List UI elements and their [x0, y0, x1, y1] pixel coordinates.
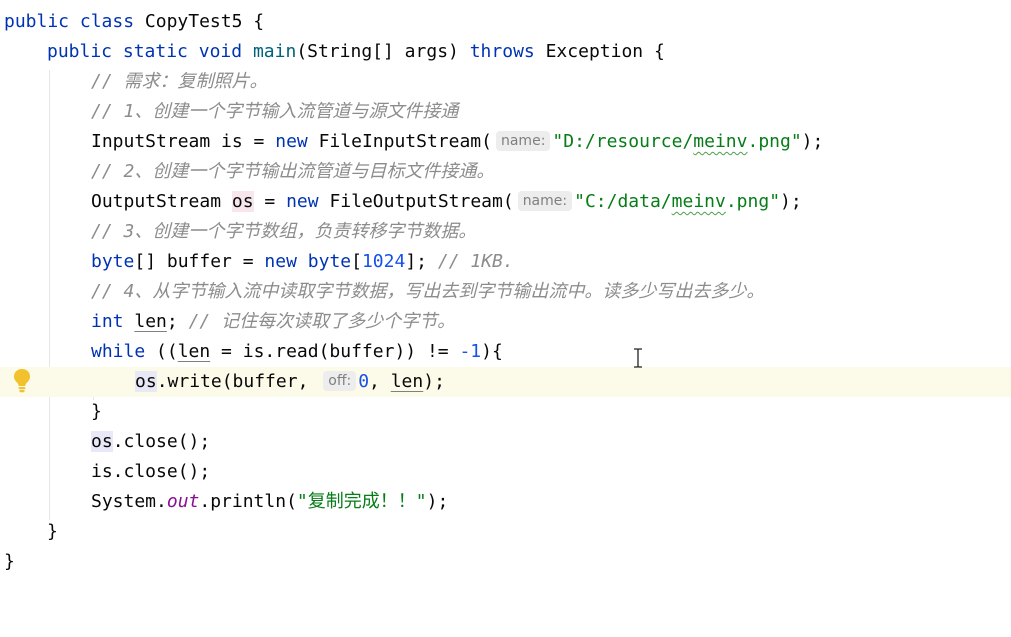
string-literal: "D:/resource/meinv.png" [552, 131, 802, 152]
keyword-void: void [198, 41, 243, 62]
brace: } [4, 551, 15, 572]
comment: // 1KB. [437, 251, 514, 272]
assign: = [253, 191, 287, 212]
code-line-11[interactable]: int len; // 记住每次读取了多少个字节。 [0, 307, 1011, 337]
comment: // 4、从字节输入流中读取字节数据，写出去到字节输出流中。读多少写出去多少。 [91, 281, 765, 302]
code-line-4[interactable]: // 1、创建一个字节输入流管道与源文件接通 [0, 97, 1011, 127]
keyword-while: while [91, 341, 146, 362]
text-cursor-icon [630, 347, 646, 369]
parameter-hint: off: [323, 371, 357, 391]
semicolon: ; [166, 311, 178, 332]
paren-open: (( [145, 341, 178, 362]
method-call: .write(buffer, [156, 371, 320, 392]
variable-len: len [390, 371, 424, 392]
brace: } [47, 521, 58, 542]
code-line-18[interactable]: } [0, 517, 1011, 547]
parameter-hint: name: [495, 131, 551, 151]
class-name: CopyTest5 [144, 11, 243, 32]
code-line-14[interactable]: } [0, 397, 1011, 427]
exception-type: Exception { [545, 41, 665, 62]
keyword-new: new [264, 251, 297, 272]
number-literal: 1024 [361, 251, 406, 272]
static-field: out [166, 491, 200, 512]
code-editor[interactable]: public class CopyTest5 { public static v… [0, 0, 1011, 572]
constructor: FileInputStream( [318, 131, 492, 152]
code-line-5[interactable]: InputStream is = new FileInputStream(nam… [0, 127, 1011, 157]
number-literal: 0 [358, 371, 370, 392]
string-literal: "C:/data/meinv.png" [574, 191, 781, 212]
code-line-15[interactable]: os.close(); [0, 427, 1011, 457]
code-line-17[interactable]: System.out.println("复制完成！！"); [0, 487, 1011, 517]
parameter-hint: name: [517, 191, 573, 211]
method-call: .println( [199, 491, 297, 512]
statement-end: ); [780, 191, 802, 212]
variable-len: len [177, 341, 211, 362]
method-call: .close(); [112, 431, 211, 452]
keyword-byte: byte [91, 251, 135, 272]
variable-len: len [134, 311, 167, 332]
code-line-6[interactable]: // 2、创建一个字节输出流管道与目标文件接通。 [0, 157, 1011, 187]
code-line-1[interactable]: public class CopyTest5 { [0, 7, 1011, 37]
bracket-open: [ [351, 251, 362, 272]
keyword-class: class [79, 11, 135, 32]
brace: } [91, 401, 102, 422]
keyword-new: new [275, 131, 308, 152]
code-line-2[interactable]: public static void main(String[] args) t… [0, 37, 1011, 67]
comment: // 1、创建一个字节输入流管道与源文件接通 [91, 101, 459, 122]
variable-os: os [91, 431, 113, 452]
code-line-12[interactable]: while ((len = is.read(buffer)) != -1){ [0, 337, 1011, 367]
constructor: FileOutputStream( [329, 191, 514, 212]
bracket-close: ]; [405, 251, 428, 272]
code-line-19[interactable]: } [0, 547, 1011, 577]
variable-os: os [231, 191, 254, 212]
expression: = is.read(buffer)) != [210, 341, 460, 362]
method-name: main [252, 41, 297, 62]
code-line-16[interactable]: is.close(); [0, 457, 1011, 487]
keyword-new: new [286, 191, 319, 212]
statement-end: ); [426, 491, 449, 512]
keyword-byte: byte [307, 251, 352, 272]
code-line-7[interactable]: OutputStream os = new FileOutputStream(n… [0, 187, 1011, 217]
keyword-int: int [91, 311, 124, 332]
keyword-throws: throws [469, 41, 535, 62]
code-line-13[interactable]: os.write(buffer, off: 0, len); [0, 367, 1011, 397]
keyword-static: static [122, 41, 188, 62]
code-line-3[interactable]: // 需求：复制照片。 [0, 67, 1011, 97]
variable-os: os [135, 371, 157, 392]
type-name: OutputStream [91, 191, 232, 212]
statement-end: ); [423, 371, 445, 392]
brace: { [253, 11, 265, 32]
comma: , [369, 371, 391, 392]
declaration: InputStream is = [91, 131, 276, 152]
code-line-10[interactable]: // 4、从字节输入流中读取字节数据，写出去到字节输出流中。读多少写出去多少。 [0, 277, 1011, 307]
keyword-public: public [4, 11, 70, 32]
statement-end: ); [801, 131, 824, 152]
lightbulb-icon[interactable] [13, 368, 31, 394]
declaration: [] buffer = [134, 251, 265, 272]
code-line-9[interactable]: byte[] buffer = new byte[1024]; // 1KB. [0, 247, 1011, 277]
class-ref: System. [91, 491, 167, 512]
comment: // 2、创建一个字节输出流管道与目标文件接通。 [91, 161, 495, 182]
comment: // 需求：复制照片。 [91, 71, 268, 92]
comment: // 3、创建一个字节数组，负责转移字节数据。 [91, 221, 477, 242]
number-literal: -1 [459, 341, 482, 362]
method-params: (String[] args) [296, 41, 459, 62]
keyword-public: public [47, 41, 113, 62]
comment: // 记住每次读取了多少个字节。 [188, 311, 456, 332]
string-literal: "复制完成！！" [296, 491, 427, 512]
paren-close: ){ [481, 341, 503, 362]
code-line-8[interactable]: // 3、创建一个字节数组，负责转移字节数据。 [0, 217, 1011, 247]
method-call: is.close(); [91, 461, 211, 482]
